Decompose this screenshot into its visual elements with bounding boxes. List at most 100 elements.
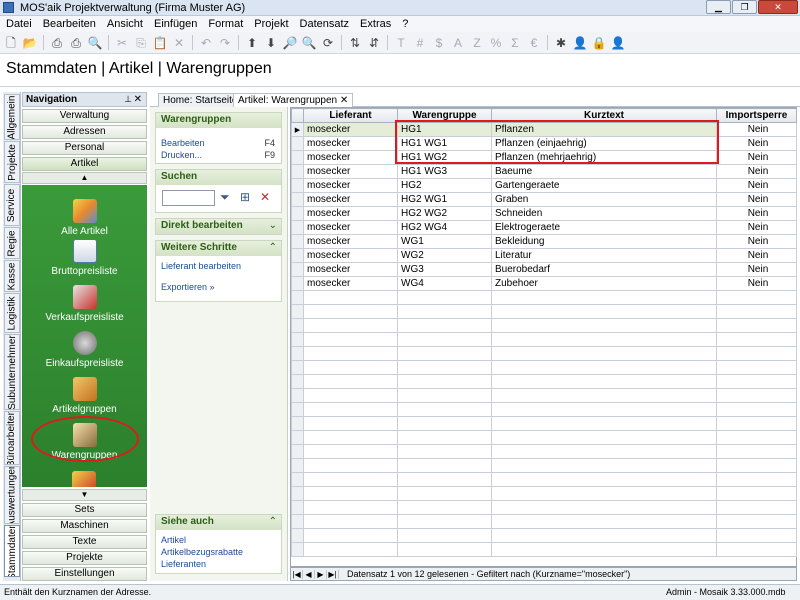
- filter-selection-icon[interactable]: ⊞: [240, 190, 250, 204]
- currency-icon[interactable]: $: [431, 35, 447, 51]
- side-tab-auswertungen[interactable]: Auswertungen: [4, 466, 20, 524]
- nav-artikel[interactable]: Artikel: [22, 157, 147, 171]
- euro-icon[interactable]: €: [526, 35, 542, 51]
- cell-warengruppe[interactable]: HG2: [397, 178, 492, 193]
- row-selector[interactable]: [291, 234, 304, 249]
- nav-item-artikelgruppen[interactable]: Artikelgruppen: [22, 377, 147, 415]
- cell-kurztext[interactable]: Bekleidung: [491, 234, 717, 249]
- nav-verwaltung[interactable]: Verwaltung: [22, 109, 147, 123]
- row-selector[interactable]: [291, 248, 304, 263]
- cell-warengruppe[interactable]: HG2 WG2: [397, 206, 492, 221]
- column-header-lieferant[interactable]: Lieferant: [303, 108, 398, 123]
- taskbox-direkt[interactable]: Direkt bearbeiten ⌄: [155, 218, 282, 235]
- table-row[interactable]: mosecker HG2 WG2 Schneiden Nein: [291, 206, 797, 221]
- refresh-icon[interactable]: ⟳: [320, 35, 336, 51]
- current-row-indicator-icon[interactable]: ▶: [291, 122, 304, 137]
- open-folder-icon[interactable]: 📂: [22, 35, 38, 51]
- side-tab-service[interactable]: Service: [4, 184, 20, 226]
- cell-importsperre[interactable]: Nein: [716, 276, 797, 291]
- table-row[interactable]: mosecker HG2 WG4 Elektrogeraete Nein: [291, 220, 797, 235]
- sum-icon[interactable]: Σ: [507, 35, 523, 51]
- letter-z-icon[interactable]: Z: [469, 35, 485, 51]
- nav-item-bruttopreisliste[interactable]: Bruttopreisliste: [22, 239, 147, 277]
- nav-personal[interactable]: Personal: [22, 141, 147, 155]
- cell-warengruppe[interactable]: HG1 WG3: [397, 164, 492, 179]
- redo-icon[interactable]: ↷: [217, 35, 233, 51]
- row-selector[interactable]: [291, 136, 304, 151]
- table-row[interactable]: mosecker HG2 Gartengeraete Nein: [291, 178, 797, 193]
- print-icon[interactable]: ⎙: [49, 35, 65, 51]
- scroll-up-icon[interactable]: ▲: [22, 172, 147, 184]
- column-header-importsperre[interactable]: Importsperre: [716, 108, 797, 123]
- table-row[interactable]: mosecker WG4 Zubehoer Nein: [291, 276, 797, 291]
- search-input[interactable]: [162, 190, 215, 206]
- cell-lieferant[interactable]: mosecker: [303, 248, 398, 263]
- cell-importsperre[interactable]: Nein: [716, 248, 797, 263]
- cell-warengruppe[interactable]: WG1: [397, 234, 492, 249]
- table-row[interactable]: mosecker WG3 Buerobedarf Nein: [291, 262, 797, 277]
- percent-icon[interactable]: %: [488, 35, 504, 51]
- nav-item-verkaufspreisliste[interactable]: Verkaufspreisliste: [22, 285, 147, 323]
- menu-bearbeiten[interactable]: Bearbeiten: [37, 18, 101, 30]
- side-tab-regie[interactable]: Regie: [4, 227, 20, 259]
- maximize-button[interactable]: ❐: [732, 0, 757, 14]
- cell-kurztext[interactable]: Zubehoer: [491, 276, 717, 291]
- cell-lieferant[interactable]: mosecker: [303, 220, 398, 235]
- side-tab-bueroarbeiten[interactable]: Büroarbeiten: [4, 411, 20, 465]
- nav-item-alle-artikel[interactable]: Alle Artikel: [22, 199, 147, 237]
- previous-record-icon[interactable]: ◀: [303, 569, 315, 579]
- arrow-down-icon[interactable]: ⬇: [263, 35, 279, 51]
- cell-warengruppe[interactable]: WG4: [397, 276, 492, 291]
- row-selector[interactable]: [291, 150, 304, 165]
- cell-kurztext[interactable]: Graben: [491, 192, 717, 207]
- cell-warengruppe[interactable]: WG3: [397, 262, 492, 277]
- nav-texte[interactable]: Texte: [22, 535, 147, 549]
- menu-einfuegen[interactable]: Einfügen: [148, 18, 202, 30]
- find-icon[interactable]: 🔎: [282, 35, 298, 51]
- expand-icon[interactable]: ⌄: [269, 219, 277, 233]
- first-record-icon[interactable]: |◀: [291, 569, 303, 579]
- cell-importsperre[interactable]: Nein: [716, 220, 797, 235]
- table-row[interactable]: mosecker WG1 Bekleidung Nein: [291, 234, 797, 249]
- cell-importsperre[interactable]: Nein: [716, 122, 797, 137]
- minimize-button[interactable]: ▁: [706, 0, 731, 14]
- tab-artikel-warengruppen[interactable]: Artikel: Warengruppen ✕: [233, 93, 354, 107]
- row-selector[interactable]: [291, 220, 304, 235]
- cell-lieferant[interactable]: mosecker: [303, 178, 398, 193]
- user-red-icon[interactable]: 👤: [610, 35, 626, 51]
- menu-datensatz[interactable]: Datensatz: [294, 18, 355, 30]
- collapse-icon[interactable]: ⌃: [269, 515, 277, 529]
- nav-adressen[interactable]: Adressen: [22, 125, 147, 139]
- arrow-up-icon[interactable]: ⬆: [244, 35, 260, 51]
- lock-icon[interactable]: 🔒: [591, 35, 607, 51]
- cut-icon[interactable]: ✂: [114, 35, 130, 51]
- user-blue-icon[interactable]: 👤: [572, 35, 588, 51]
- row-selector[interactable]: [291, 178, 304, 193]
- close-panel-icon[interactable]: ✕: [134, 93, 142, 106]
- table-row[interactable]: mosecker HG1 WG3 Baeume Nein: [291, 164, 797, 179]
- menu-ansicht[interactable]: Ansicht: [101, 18, 148, 30]
- next-record-icon[interactable]: ▶: [315, 569, 327, 579]
- table-row[interactable]: mosecker WG2 Literatur Nein: [291, 248, 797, 263]
- cell-importsperre[interactable]: Nein: [716, 150, 797, 165]
- sort-ascending-icon[interactable]: ⇅: [347, 35, 363, 51]
- nav-projekte[interactable]: Projekte: [22, 551, 147, 565]
- nav-einstellungen[interactable]: Einstellungen: [22, 567, 147, 581]
- link-lieferant-bearbeiten[interactable]: Lieferant bearbeiten: [156, 260, 281, 272]
- cell-importsperre[interactable]: Nein: [716, 178, 797, 193]
- menu-datei[interactable]: Datei: [0, 18, 37, 30]
- side-tab-subunternehmer[interactable]: Subunternehmer: [4, 334, 20, 410]
- undo-icon[interactable]: ↶: [198, 35, 214, 51]
- link-exportieren[interactable]: Exportieren »: [156, 281, 281, 293]
- cell-kurztext[interactable]: Gartengeraete: [491, 178, 717, 193]
- cell-warengruppe[interactable]: HG2 WG1: [397, 192, 492, 207]
- nav-sets[interactable]: Sets: [22, 503, 147, 517]
- delete-icon[interactable]: ✕: [171, 35, 187, 51]
- cell-lieferant[interactable]: mosecker: [303, 136, 398, 151]
- new-document-icon[interactable]: 🗋: [3, 35, 19, 51]
- cell-warengruppe[interactable]: WG2: [397, 248, 492, 263]
- nav-item-einkaufspreisliste[interactable]: Einkaufspreisliste: [22, 331, 147, 369]
- last-record-icon[interactable]: ▶|: [327, 569, 339, 579]
- side-tab-stammdaten[interactable]: Stammdaten: [4, 525, 20, 577]
- print-preview-icon[interactable]: ⎙: [68, 35, 84, 51]
